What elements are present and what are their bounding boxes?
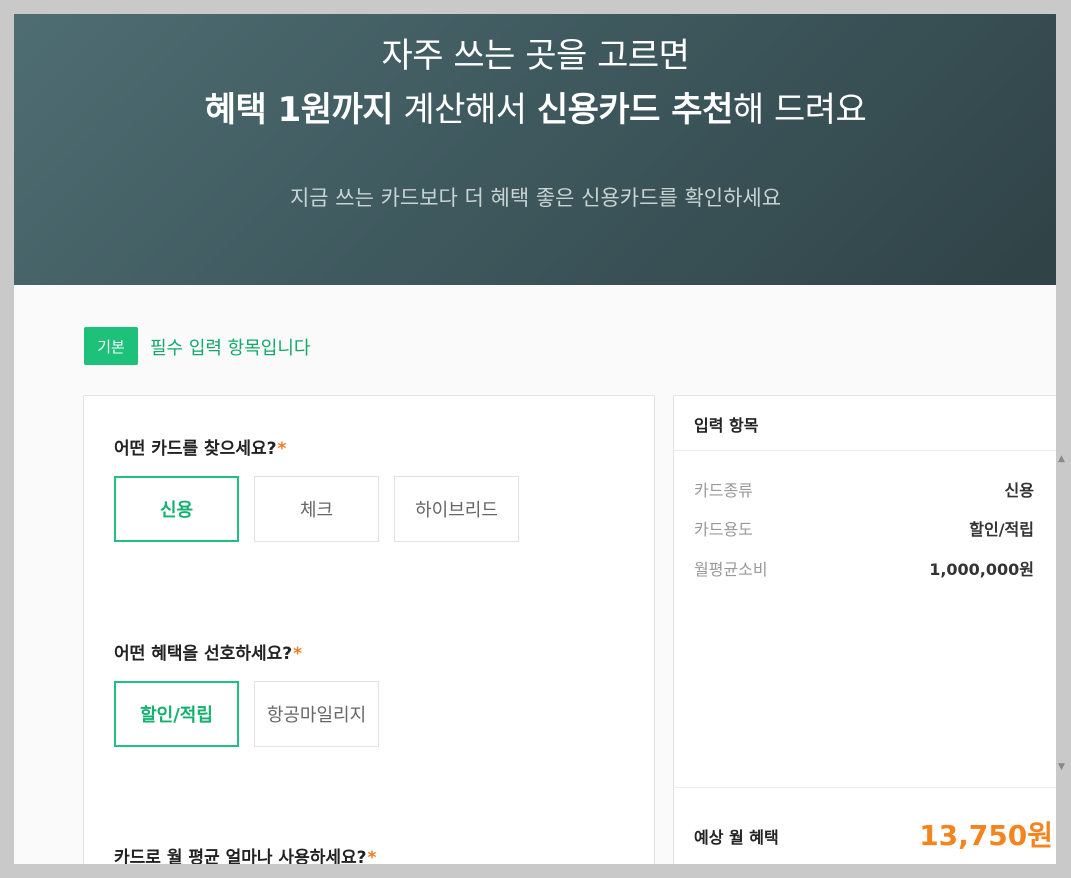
summary-panel: 입력 항목 카드종류 신용 카드용도 할인/적립 월평균소비 1,000,000… [673, 395, 1056, 864]
scroll-down-icon[interactable]: ▼ [1058, 762, 1065, 772]
summary-value: 할인/적립 [969, 520, 1034, 539]
required-mark: * [293, 644, 302, 664]
summary-title: 입력 항목 [694, 416, 759, 435]
question-benefit-label: 어떤 혜택을 선호하세요? [114, 644, 293, 664]
summary-footer-divider [674, 787, 1056, 788]
summary-row-card-type: 카드종류 신용 [694, 477, 1034, 501]
summary-value: 1,000,000원 [929, 560, 1034, 579]
summary-row-monthly-spend: 월평균소비 1,000,000원 [694, 556, 1034, 580]
option-discount[interactable]: 할인/적립 [114, 681, 239, 747]
hero-highlight-recommend: 신용카드 추천 [536, 90, 734, 130]
form-card: 어떤 카드를 찾으세요?* 신용 체크 하이브리드 어떤 혜택을 선호하세요?*… [83, 395, 655, 864]
question-card-type: 어떤 카드를 찾으세요?* [114, 434, 286, 459]
summary-key: 카드용도 [694, 520, 753, 539]
question-spending: 카드로 월 평균 얼마나 사용하세요?* [114, 843, 376, 864]
hero-title-line1: 자주 쓰는 곳을 고르면 [381, 36, 690, 76]
page: 자주 쓰는 곳을 고르면 혜택 1원까지 계산해서 신용카드 추천해 드려요 지… [14, 14, 1056, 864]
required-mark: * [367, 848, 377, 864]
required-mark: * [277, 439, 287, 459]
required-description: 필수 입력 항목입니다 [150, 338, 311, 359]
option-hybrid[interactable]: 하이브리드 [394, 476, 519, 542]
question-benefit: 어떤 혜택을 선호하세요?* [114, 639, 302, 664]
expected-benefit-label: 예상 월 혜택 [694, 828, 779, 847]
question-card-type-label: 어떤 카드를 찾으세요? [114, 439, 277, 459]
option-check[interactable]: 체크 [254, 476, 379, 542]
hero-end-text: 해 드려요 [732, 90, 867, 130]
summary-divider [674, 450, 1056, 451]
option-mileage[interactable]: 항공마일리지 [254, 681, 379, 747]
summary-scrollbar[interactable]: ▲ ▼ [1054, 440, 1071, 790]
hero-mid-text: 계산해서 [393, 90, 537, 130]
summary-value: 신용 [1004, 481, 1034, 500]
option-credit[interactable]: 신용 [114, 476, 239, 542]
scroll-up-icon[interactable]: ▲ [1058, 454, 1065, 464]
hero-title-line2: 혜택 1원까지 계산해서 신용카드 추천해 드려요 [14, 82, 1056, 131]
summary-row-card-use: 카드용도 할인/적립 [694, 516, 1034, 540]
hero-highlight-benefit: 혜택 1원까지 [204, 90, 394, 130]
summary-key: 카드종류 [694, 481, 753, 500]
question-spending-label: 카드로 월 평균 얼마나 사용하세요? [114, 848, 367, 864]
hero-banner: 자주 쓰는 곳을 고르면 혜택 1원까지 계산해서 신용카드 추천해 드려요 지… [14, 14, 1056, 285]
hero-subtitle: 지금 쓰는 카드보다 더 혜택 좋은 신용카드를 확인하세요 [289, 186, 782, 210]
summary-key: 월평균소비 [694, 560, 768, 579]
expected-benefit-value: 13,750원 [919, 819, 1053, 852]
basic-badge: 기본 [84, 327, 138, 365]
